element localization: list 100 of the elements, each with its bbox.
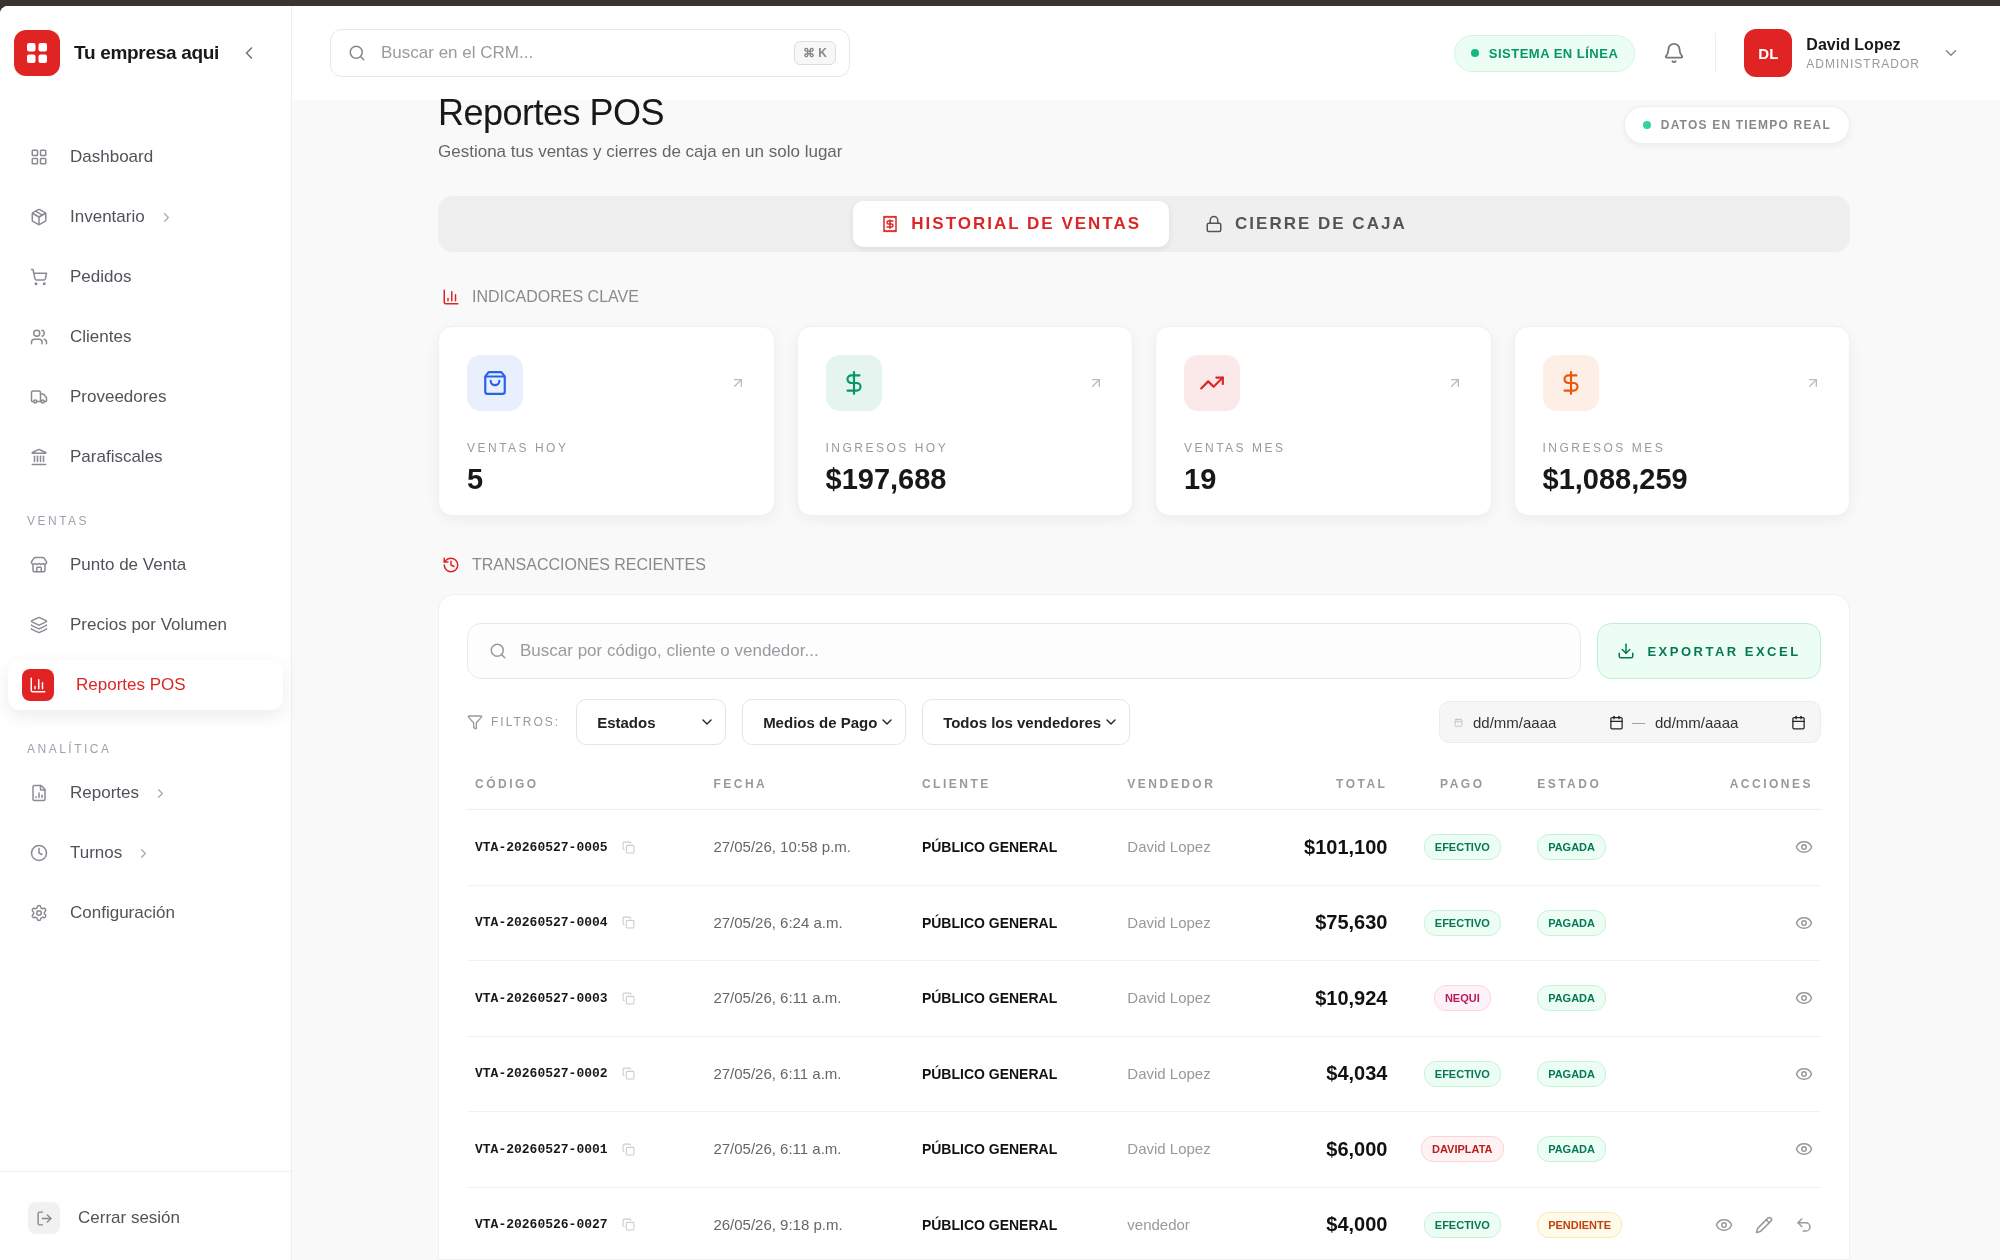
tab[interactable]: HISTORIAL DE VENTAS [853,201,1170,247]
sidebar-item[interactable]: Dashboard [8,132,283,182]
client-name: PÚBLICO GENERAL [921,839,1058,856]
pencil-icon [1755,1215,1773,1234]
users-icon [30,328,48,346]
copy-icon[interactable] [621,1218,635,1232]
shortcut-hint: ⌘ K [794,41,836,65]
calendar-icon [1454,717,1463,727]
page-title: Reportes POS [438,92,666,134]
section-title: INDICADORES CLAVE [472,288,639,306]
copy-icon[interactable] [621,1142,635,1156]
brand-name: Tu empresa aqui [74,42,221,64]
column-header: FECHA [713,777,768,791]
receipt-icon [881,215,900,233]
dashboard-icon [30,148,48,166]
status-badge: PAGADA [1537,1136,1606,1163]
kpi-value: 19 [1184,463,1218,496]
sidebar-item[interactable]: Configuración [8,888,283,938]
status-badge: PENDIENTE [1537,1211,1623,1238]
bar-chart-icon [22,669,54,701]
status-badge: SISTEMA EN LÍNEA [1453,34,1636,72]
transactions-search-field[interactable]: Buscar por código, cliente o vendedor... [467,623,1581,679]
layers-icon [30,616,48,634]
sale-total: $10,924 [1315,986,1388,1009]
sidebar-item[interactable]: Parafiscales [8,432,283,482]
search-icon [348,44,366,62]
copy-icon[interactable] [621,991,635,1005]
status-badge: PAGADA [1537,909,1606,936]
sidebar-item[interactable]: Proveedores [8,372,283,422]
settings-icon [30,904,48,922]
filter-select[interactable]: Medios de Pago [742,699,907,745]
clock-icon [30,844,48,862]
truck-icon [30,388,48,406]
calendar-icon[interactable] [1609,714,1624,730]
payment-badge: EFECTIVO [1423,834,1501,861]
filters-label: FILTROS: [491,715,561,729]
column-header: TOTAL [1336,777,1388,791]
tab[interactable]: CIERRE DE CAJA [1177,201,1435,247]
sidebar-item[interactable]: Precios por Volumen [8,600,283,650]
sale-code: VTA-20260527-0002 [475,1066,608,1082]
sale-date: 27/05/26, 6:24 a.m. [713,913,843,931]
lock-icon [1205,215,1224,233]
sidebar-heading: ANALÍTICA [26,740,113,758]
payment-badge: EFECTIVO [1423,1060,1501,1087]
edit-button[interactable] [1755,1215,1773,1234]
kpi-value: 5 [467,463,485,496]
date-from-field[interactable]: dd/mm/aaaa [1471,712,1601,732]
user-role: ADMINISTRADOR [1806,56,1920,71]
cart-icon [30,268,48,286]
sale-date: 27/05/26, 10:58 p.m. [713,838,851,856]
copy-icon[interactable] [621,916,635,930]
sale-total: $75,630 [1315,911,1388,934]
seller-name: David Lopez [1127,838,1211,856]
sidebar-item[interactable]: Turnos [8,828,283,878]
user-avatar[interactable]: DL [1744,29,1793,77]
sidebar-item[interactable]: Clientes [8,312,283,362]
page-subtitle: Gestiona tus ventas y cierres de caja en un solo lugar [438,142,843,162]
payment-badge: EFECTIVO [1423,909,1501,936]
date-separator: — [1632,714,1645,730]
client-name: PÚBLICO GENERAL [921,1216,1058,1233]
app-logo [14,30,60,76]
seller-name: David Lopez [1127,1064,1211,1082]
sale-code: VTA-20260527-0001 [475,1141,608,1157]
user-name: David Lopez [1806,35,1902,54]
column-header: CÓDIGO [475,777,539,791]
filter-icon [467,714,483,730]
copy-icon[interactable] [621,840,635,854]
payment-badge: EFECTIVO [1423,1211,1501,1238]
sale-date: 27/05/26, 6:11 a.m. [713,1064,842,1082]
sidebar-item[interactable]: Reportes [8,768,283,818]
seller-name: David Lopez [1127,989,1211,1007]
export-button[interactable]: EXPORTAR EXCEL [1597,623,1821,679]
sale-date: 27/05/26, 6:11 a.m. [713,989,842,1007]
date-to-field[interactable]: dd/mm/aaaa [1653,712,1783,732]
filter-select[interactable]: Todos los vendedores [922,699,1131,745]
sale-code: VTA-20260527-0005 [475,839,608,855]
filter-select[interactable]: Estados [576,699,727,745]
live-data-badge: DATOS EN TIEMPO REAL [1623,106,1850,144]
column-header: PAGO [1440,777,1485,791]
box-icon [30,208,48,226]
kpi-label: VENTAS MES [1184,441,1287,455]
sale-code: VTA-20260527-0003 [475,990,608,1006]
search-icon [489,642,507,660]
column-header: CLIENTE [921,777,991,791]
sidebar-item[interactable]: Pedidos [8,252,283,302]
sidebar-item[interactable]: Inventario [8,192,283,242]
sale-total: $6,000 [1326,1137,1388,1160]
sidebar-item[interactable]: Punto de Venta [8,540,283,590]
copy-icon[interactable] [621,1067,635,1081]
undo-button[interactable] [1795,1215,1813,1234]
sidebar-item[interactable]: Reportes POS [8,660,283,710]
logout-button[interactable]: Cerrar sesión [0,1171,291,1260]
logout-icon [28,1202,60,1234]
undo-icon [1795,1215,1813,1234]
sale-date: 26/05/26, 9:18 p.m. [713,1215,843,1233]
calendar-icon[interactable] [1791,714,1806,730]
kpi-label: INGRESOS HOY [825,441,950,455]
seller-name: vendedor [1127,1215,1190,1233]
column-header: ACCIONES [1729,777,1813,791]
download-icon [1617,642,1636,660]
